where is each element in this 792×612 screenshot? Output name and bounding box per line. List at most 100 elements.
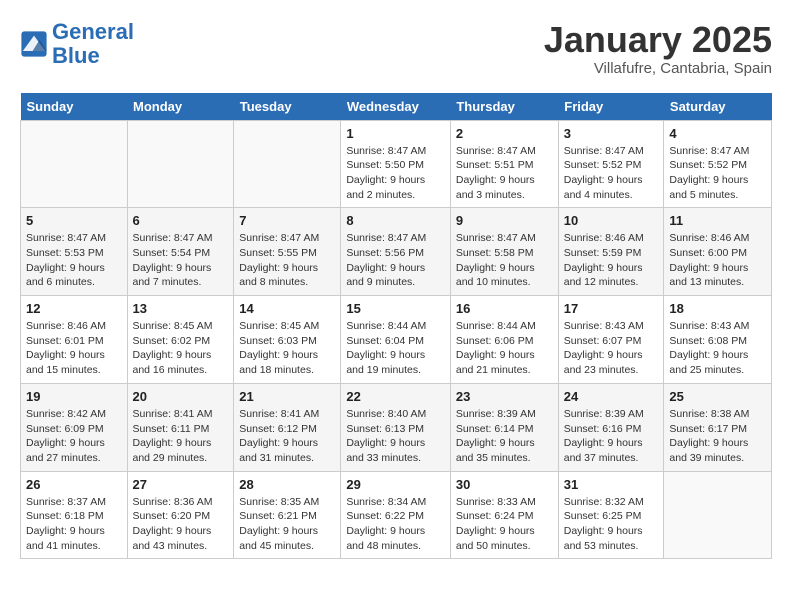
- day-info: Sunrise: 8:47 AM Sunset: 5:58 PM Dayligh…: [456, 231, 553, 290]
- day-number: 8: [346, 213, 445, 228]
- day-cell: 12Sunrise: 8:46 AM Sunset: 6:01 PM Dayli…: [21, 296, 128, 384]
- day-cell: [234, 120, 341, 208]
- header-monday: Monday: [127, 93, 234, 121]
- day-cell: 28 Sunrise: 8:35 AM Sunset: 6:21 PM Dayli…: [234, 471, 341, 559]
- week-row-1: 1 Sunrise: 8:47 AM Sunset: 5:50 PM Daylig…: [21, 120, 772, 208]
- day-number: 17: [564, 301, 659, 316]
- day-cell: 18 Sunrise: 8:43 AM Sunset: 6:08 PM Dayli…: [664, 296, 772, 384]
- logo-line1: General: [52, 19, 134, 44]
- day-info: Sunrise: 8:45 AM Sunset: 6:03 PM Dayligh…: [239, 319, 335, 378]
- day-cell: 2 Sunrise: 8:47 AM Sunset: 5:51 PM Daylig…: [450, 120, 558, 208]
- day-cell: 26Sunrise: 8:37 AM Sunset: 6:18 PM Dayli…: [21, 471, 128, 559]
- day-info: Sunrise: 8:47 AM Sunset: 5:54 PM Dayligh…: [133, 231, 229, 290]
- day-number: 28: [239, 477, 335, 492]
- day-cell: 7 Sunrise: 8:47 AM Sunset: 5:55 PM Daylig…: [234, 208, 341, 296]
- day-cell: 19 Sunrise: 8:42 AM Sunset: 6:09 PM Dayli…: [21, 383, 128, 471]
- week-row-4: 19 Sunrise: 8:42 AM Sunset: 6:09 PM Dayli…: [21, 383, 772, 471]
- week-row-5: 26Sunrise: 8:37 AM Sunset: 6:18 PM Dayli…: [21, 471, 772, 559]
- day-number: 10: [564, 213, 659, 228]
- day-number: 7: [239, 213, 335, 228]
- day-number: 30: [456, 477, 553, 492]
- day-info: Sunrise: 8:47 AM Sunset: 5:50 PM Dayligh…: [346, 144, 445, 203]
- day-info: Sunrise: 8:41 AM Sunset: 6:11 PM Dayligh…: [133, 407, 229, 466]
- day-info: Sunrise: 8:46 AM Sunset: 6:01 PM Dayligh…: [26, 319, 122, 378]
- day-cell: 22Sunrise: 8:40 AM Sunset: 6:13 PM Dayli…: [341, 383, 451, 471]
- day-cell: 30 Sunrise: 8:33 AM Sunset: 6:24 PM Dayli…: [450, 471, 558, 559]
- day-cell: 23Sunrise: 8:39 AM Sunset: 6:14 PM Dayli…: [450, 383, 558, 471]
- header-saturday: Saturday: [664, 93, 772, 121]
- day-number: 20: [133, 389, 229, 404]
- day-info: Sunrise: 8:38 AM Sunset: 6:17 PM Dayligh…: [669, 407, 766, 466]
- day-number: 5: [26, 213, 122, 228]
- title-block: January 2025 Villafufre, Cantabria, Spai…: [544, 20, 772, 77]
- day-cell: 1 Sunrise: 8:47 AM Sunset: 5:50 PM Daylig…: [341, 120, 451, 208]
- day-cell: 13 Sunrise: 8:45 AM Sunset: 6:02 PM Dayli…: [127, 296, 234, 384]
- day-number: 21: [239, 389, 335, 404]
- header-thursday: Thursday: [450, 93, 558, 121]
- day-cell: 4 Sunrise: 8:47 AM Sunset: 5:52 PM Daylig…: [664, 120, 772, 208]
- day-info: Sunrise: 8:43 AM Sunset: 6:07 PM Dayligh…: [564, 319, 659, 378]
- day-cell: 25 Sunrise: 8:38 AM Sunset: 6:17 PM Dayli…: [664, 383, 772, 471]
- day-info: Sunrise: 8:47 AM Sunset: 5:53 PM Dayligh…: [26, 231, 122, 290]
- day-info: Sunrise: 8:47 AM Sunset: 5:56 PM Dayligh…: [346, 231, 445, 290]
- day-cell: 24 Sunrise: 8:39 AM Sunset: 6:16 PM Dayli…: [558, 383, 664, 471]
- day-info: Sunrise: 8:47 AM Sunset: 5:52 PM Dayligh…: [669, 144, 766, 203]
- day-info: Sunrise: 8:47 AM Sunset: 5:51 PM Dayligh…: [456, 144, 553, 203]
- day-info: Sunrise: 8:37 AM Sunset: 6:18 PM Dayligh…: [26, 495, 122, 554]
- day-number: 14: [239, 301, 335, 316]
- week-row-2: 5 Sunrise: 8:47 AM Sunset: 5:53 PM Daylig…: [21, 208, 772, 296]
- day-info: Sunrise: 8:34 AM Sunset: 6:22 PM Dayligh…: [346, 495, 445, 554]
- day-number: 11: [669, 213, 766, 228]
- day-cell: [664, 471, 772, 559]
- logo-text: General Blue: [52, 20, 134, 68]
- day-info: Sunrise: 8:33 AM Sunset: 6:24 PM Dayligh…: [456, 495, 553, 554]
- day-number: 25: [669, 389, 766, 404]
- day-number: 1: [346, 126, 445, 141]
- day-cell: 6 Sunrise: 8:47 AM Sunset: 5:54 PM Daylig…: [127, 208, 234, 296]
- day-cell: 21Sunrise: 8:41 AM Sunset: 6:12 PM Dayli…: [234, 383, 341, 471]
- day-info: Sunrise: 8:44 AM Sunset: 6:06 PM Dayligh…: [456, 319, 553, 378]
- day-info: Sunrise: 8:36 AM Sunset: 6:20 PM Dayligh…: [133, 495, 229, 554]
- day-info: Sunrise: 8:35 AM Sunset: 6:21 PM Dayligh…: [239, 495, 335, 554]
- day-cell: 27Sunrise: 8:36 AM Sunset: 6:20 PM Dayli…: [127, 471, 234, 559]
- day-number: 6: [133, 213, 229, 228]
- day-number: 4: [669, 126, 766, 141]
- day-cell: 11 Sunrise: 8:46 AM Sunset: 6:00 PM Dayli…: [664, 208, 772, 296]
- day-info: Sunrise: 8:39 AM Sunset: 6:16 PM Dayligh…: [564, 407, 659, 466]
- day-cell: 15Sunrise: 8:44 AM Sunset: 6:04 PM Dayli…: [341, 296, 451, 384]
- month-title: January 2025: [544, 20, 772, 60]
- header-wednesday: Wednesday: [341, 93, 451, 121]
- logo-line2: Blue: [52, 43, 100, 68]
- day-number: 2: [456, 126, 553, 141]
- logo-icon: [20, 30, 48, 58]
- day-number: 3: [564, 126, 659, 141]
- day-cell: 29 Sunrise: 8:34 AM Sunset: 6:22 PM Dayli…: [341, 471, 451, 559]
- day-number: 19: [26, 389, 122, 404]
- day-info: Sunrise: 8:44 AM Sunset: 6:04 PM Dayligh…: [346, 319, 445, 378]
- day-info: Sunrise: 8:45 AM Sunset: 6:02 PM Dayligh…: [133, 319, 229, 378]
- day-cell: [21, 120, 128, 208]
- day-cell: 20 Sunrise: 8:41 AM Sunset: 6:11 PM Dayli…: [127, 383, 234, 471]
- day-cell: 31 Sunrise: 8:32 AM Sunset: 6:25 PM Dayli…: [558, 471, 664, 559]
- page-header: General Blue January 2025 Villafufre, Ca…: [20, 20, 772, 77]
- day-info: Sunrise: 8:40 AM Sunset: 6:13 PM Dayligh…: [346, 407, 445, 466]
- calendar-table: SundayMondayTuesdayWednesdayThursdayFrid…: [20, 93, 772, 560]
- day-info: Sunrise: 8:42 AM Sunset: 6:09 PM Dayligh…: [26, 407, 122, 466]
- day-info: Sunrise: 8:46 AM Sunset: 6:00 PM Dayligh…: [669, 231, 766, 290]
- day-cell: 10Sunrise: 8:46 AM Sunset: 5:59 PM Dayli…: [558, 208, 664, 296]
- day-cell: 9Sunrise: 8:47 AM Sunset: 5:58 PM Daylig…: [450, 208, 558, 296]
- day-info: Sunrise: 8:43 AM Sunset: 6:08 PM Dayligh…: [669, 319, 766, 378]
- day-cell: 16Sunrise: 8:44 AM Sunset: 6:06 PM Dayli…: [450, 296, 558, 384]
- day-info: Sunrise: 8:47 AM Sunset: 5:52 PM Dayligh…: [564, 144, 659, 203]
- day-cell: 8 Sunrise: 8:47 AM Sunset: 5:56 PM Daylig…: [341, 208, 451, 296]
- day-info: Sunrise: 8:47 AM Sunset: 5:55 PM Dayligh…: [239, 231, 335, 290]
- day-number: 24: [564, 389, 659, 404]
- day-number: 29: [346, 477, 445, 492]
- day-info: Sunrise: 8:32 AM Sunset: 6:25 PM Dayligh…: [564, 495, 659, 554]
- logo: General Blue: [20, 20, 134, 68]
- day-number: 18: [669, 301, 766, 316]
- header-tuesday: Tuesday: [234, 93, 341, 121]
- day-number: 13: [133, 301, 229, 316]
- day-number: 31: [564, 477, 659, 492]
- header-sunday: Sunday: [21, 93, 128, 121]
